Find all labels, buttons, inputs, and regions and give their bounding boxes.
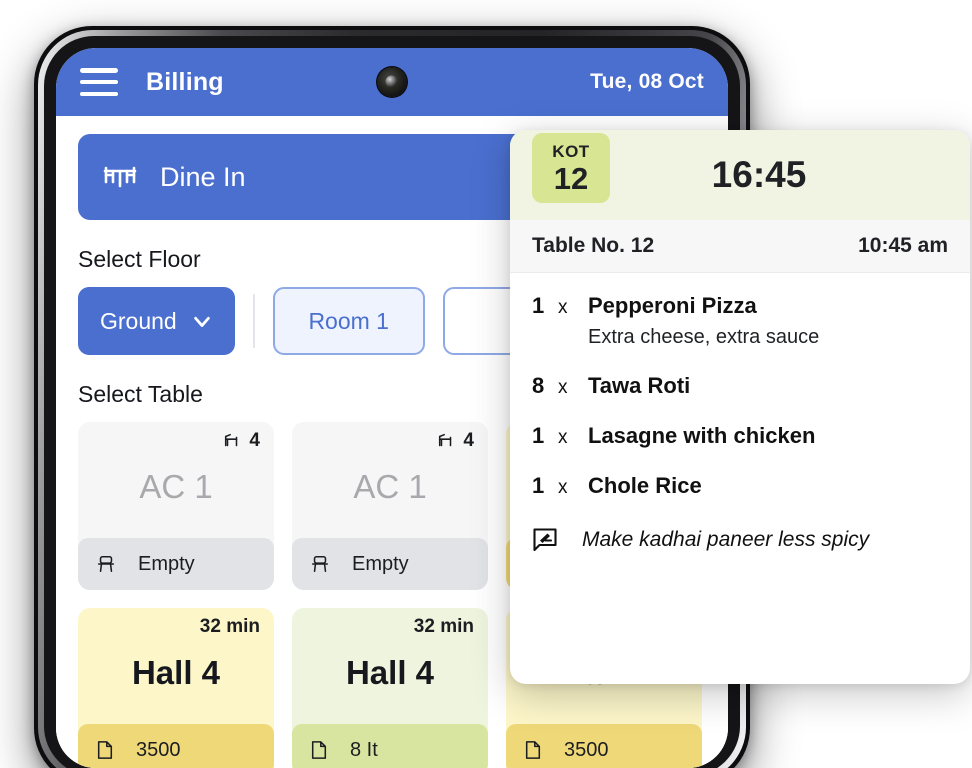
kot-badge-number: 12 — [553, 161, 589, 196]
table-status-text: 8 It — [350, 738, 378, 761]
table-seat-count: 4 — [222, 430, 260, 452]
table-elapsed-time: 32 min — [200, 616, 260, 638]
table-card-top: 32 min Hall 4 — [292, 608, 488, 724]
table-status-bar: 3500 — [78, 724, 274, 768]
front-camera-icon — [377, 67, 407, 97]
item-qty: 8 — [532, 373, 545, 398]
screenshot-root: Billing Tue, 08 Oct Dine In Select Floor… — [0, 0, 972, 768]
table-status-text: 3500 — [564, 738, 609, 761]
table-card[interactable]: 4 AC 1 Empty — [78, 422, 274, 590]
kot-ticket-panel: KOT 12 16:45 Table No. 12 10:45 am 1 x P… — [510, 130, 970, 684]
item-qty: 1 — [532, 473, 545, 498]
table-name: AC 1 — [353, 468, 427, 505]
table-status-bar: Empty — [78, 538, 274, 590]
seat-count-value: 4 — [463, 430, 474, 451]
table-name: Hall 4 — [131, 654, 221, 691]
list-item: 1 x Chole Rice — [532, 473, 948, 499]
chair-icon — [96, 554, 116, 574]
chevron-down-icon — [191, 310, 213, 332]
seat-count-value: 4 — [249, 430, 260, 451]
current-date: Tue, 08 Oct — [590, 70, 704, 93]
note-comment-icon — [532, 527, 558, 553]
floor-dropdown-ground[interactable]: Ground — [78, 287, 235, 355]
list-item: 8 x Tawa Roti — [532, 373, 948, 399]
table-status-bar: 3500 — [506, 724, 702, 768]
table-status-bar: 8 It — [292, 724, 488, 768]
item-qty: 1 — [532, 423, 545, 448]
item-multiplier: x — [558, 297, 568, 318]
table-card[interactable]: 32 min Hall 4 3500 — [78, 608, 274, 768]
table-card-top: 4 AC 1 — [78, 422, 274, 538]
seat-icon — [222, 432, 242, 450]
kot-table-number: Table No. 12 — [532, 234, 655, 257]
list-item: 1 x Pepperoni Pizza Extra cheese, extra … — [532, 293, 948, 349]
elapsed-value: 32 min — [199, 616, 260, 637]
table-status-text: 3500 — [136, 738, 181, 761]
bill-icon — [310, 740, 328, 760]
table-seat-count: 4 — [436, 430, 474, 452]
kot-placed-time: 10:45 am — [858, 234, 948, 257]
elapsed-value: 32 min — [413, 616, 474, 637]
item-multiplier: x — [558, 377, 568, 398]
item-name: Pepperoni Pizza — [588, 293, 757, 318]
item-multiplier: x — [558, 427, 568, 448]
kot-remark-row: Make kadhai paneer less spicy — [532, 527, 948, 553]
kot-item-list: 1 x Pepperoni Pizza Extra cheese, extra … — [510, 273, 970, 553]
chair-icon — [310, 554, 330, 574]
table-status-bar: Empty — [292, 538, 488, 590]
item-name: Tawa Roti — [588, 373, 691, 398]
table-status-text: Empty — [352, 552, 409, 575]
item-name: Lasagne with chicken — [588, 423, 816, 448]
hamburger-icon[interactable] — [80, 68, 118, 96]
item-note: Extra cheese, extra sauce — [588, 326, 820, 348]
kot-badge: KOT 12 — [532, 133, 610, 203]
kot-elapsed-time: 16:45 — [711, 154, 807, 195]
dining-table-icon — [102, 162, 138, 192]
item-qty: 1 — [532, 293, 545, 318]
floor-chip-room-1[interactable]: Room 1 — [272, 287, 425, 355]
table-name: Hall 4 — [345, 654, 435, 691]
table-status-text: Empty — [138, 552, 195, 575]
kot-badge-label: KOT — [552, 142, 590, 161]
table-card-top: 4 AC 1 — [292, 422, 488, 538]
list-item: 1 x Lasagne with chicken — [532, 423, 948, 449]
page-title: Billing — [146, 67, 224, 96]
table-name: AC 1 — [139, 468, 213, 505]
item-name: Chole Rice — [588, 473, 702, 498]
floor-divider — [252, 294, 255, 348]
seat-icon — [436, 432, 456, 450]
kot-subheader: Table No. 12 10:45 am — [510, 220, 970, 273]
order-mode-label: Dine In — [160, 161, 246, 192]
floor-selected-label: Ground — [100, 307, 177, 334]
table-card-top: 32 min Hall 4 — [78, 608, 274, 724]
item-multiplier: x — [558, 477, 568, 498]
kot-panel-header: KOT 12 16:45 — [510, 130, 970, 220]
table-card[interactable]: 32 min Hall 4 8 It — [292, 608, 488, 768]
app-bar: Billing Tue, 08 Oct — [56, 48, 728, 116]
kot-remark-text: Make kadhai paneer less spicy — [582, 528, 870, 551]
bill-icon — [524, 740, 542, 760]
bill-icon — [96, 740, 114, 760]
table-elapsed-time: 32 min — [414, 616, 474, 638]
table-card[interactable]: 4 AC 1 Empty — [292, 422, 488, 590]
